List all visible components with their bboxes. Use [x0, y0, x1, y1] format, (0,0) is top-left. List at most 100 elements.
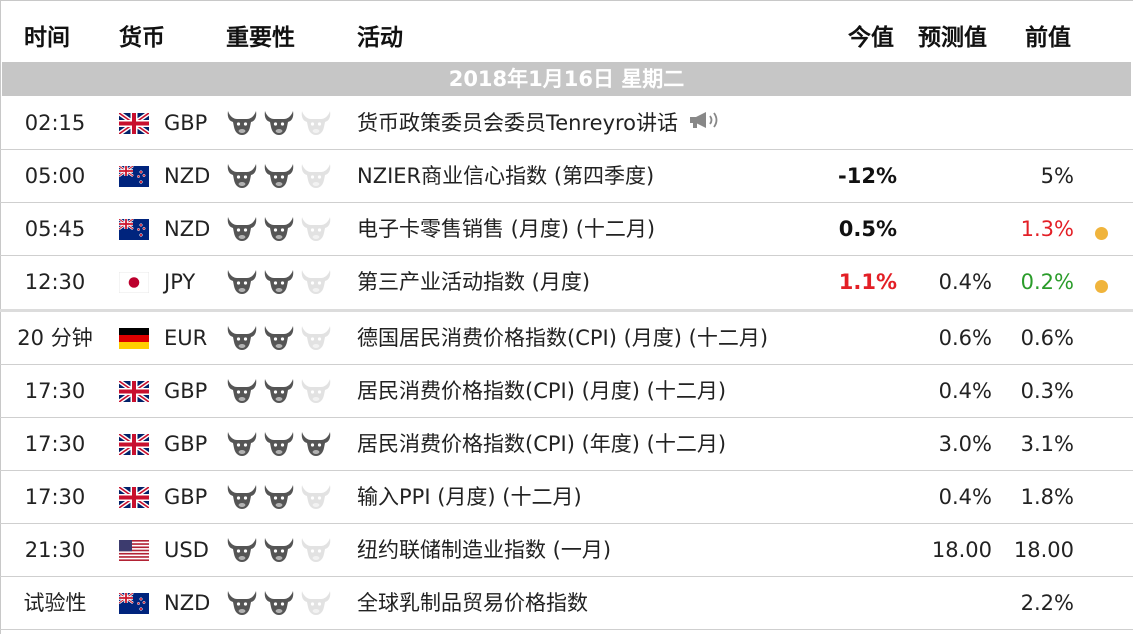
currency-code: NZD: [164, 591, 211, 615]
bull-icon: [300, 588, 332, 618]
importance-rating: [226, 429, 337, 459]
event-name[interactable]: 货币政策委员会委员Tenreyro讲话: [357, 97, 724, 150]
table-header: 时间 货币 重要性 活动 今值 预测值 前值: [0, 0, 1133, 62]
bull-icon: [300, 535, 332, 565]
event-row[interactable]: 21:30 USD 纽约联储制造业指数 (一月) 18.00 18.00: [0, 524, 1133, 577]
currency-code: EUR: [164, 326, 208, 350]
event-name[interactable]: 居民消费价格指数(CPI) (年度) (十二月): [357, 418, 726, 471]
bull-icon: [226, 161, 258, 191]
previous-value: 1.8%: [1020, 485, 1074, 509]
bull-icon: [226, 588, 258, 618]
event-name-text: 纽约联储制造业指数 (一月): [357, 538, 612, 562]
event-row[interactable]: 02:15 GBP 货币政策委员会委员Tenreyro讲话: [0, 97, 1133, 150]
bull-icon: [226, 482, 258, 512]
event-row[interactable]: 05:00 NZD NZIER商业信心指数 (第四季度) -12% 5%: [0, 150, 1133, 203]
uk-flag-icon: [117, 379, 151, 404]
bull-icon: [300, 429, 332, 459]
event-row[interactable]: 20 分钟 EUR 德国居民消费价格指数(CPI) (月度) (十二月) 0.6% 0.…: [0, 312, 1133, 365]
event-name-text: 全球乳制品贸易价格指数: [357, 591, 588, 615]
importance-rating: [226, 588, 337, 618]
event-row[interactable]: 17:30 GBP 输入PPI (月度) (十二月) 0.4% 1.8%: [0, 471, 1133, 524]
event-row[interactable]: 17:30 GBP 居民消费价格指数(CPI) (月度) (十二月) 0.4% 0.3%: [0, 365, 1133, 418]
previous-value: 0.2%: [1020, 270, 1074, 294]
bull-icon: [226, 535, 258, 565]
bull-icon: [300, 323, 332, 353]
importance-rating: [226, 214, 337, 244]
bull-icon: [263, 588, 295, 618]
event-name-text: 居民消费价格指数(CPI) (月度) (十二月): [357, 379, 727, 403]
event-name[interactable]: 输入PPI (月度) (十二月): [357, 471, 582, 524]
forecast-value: [900, 203, 992, 256]
forecast-value: [900, 97, 992, 150]
bull-icon: [300, 376, 332, 406]
forecast-value: 3.0%: [938, 432, 992, 456]
header-actual[interactable]: 今值: [848, 18, 894, 52]
bull-icon: [263, 482, 295, 512]
event-name[interactable]: NZIER商业信心指数 (第四季度): [357, 150, 654, 203]
event-time: 21:30: [24, 538, 86, 562]
bull-icon: [263, 376, 295, 406]
event-name-text: 居民消费价格指数(CPI) (年度) (十二月): [357, 432, 727, 456]
event-row[interactable]: 05:45 NZD 电子卡零售销售 (月度) (十二月) 0.5% 1.3%: [0, 203, 1133, 256]
event-time: 17:30: [24, 485, 86, 509]
event-row[interactable]: 试验性 NZD 全球乳制品贸易价格指数 2.2%: [0, 577, 1133, 630]
revision-dot-icon[interactable]: [1095, 227, 1108, 240]
header-forecast[interactable]: 预测值: [918, 18, 987, 52]
us-flag-icon: [119, 540, 149, 561]
bull-icon: [300, 482, 332, 512]
event-time: 12:30: [24, 270, 86, 294]
header-importance[interactable]: 重要性: [226, 18, 295, 52]
previous-value: 18.00: [1013, 538, 1074, 562]
forecast-value: 0.4%: [938, 270, 992, 294]
actual-value: 0.5%: [838, 217, 897, 241]
bull-icon: [263, 535, 295, 565]
currency-code: NZD: [164, 164, 211, 188]
actual-value: 1.1%: [838, 270, 897, 294]
uk-flag-icon: [117, 432, 151, 457]
event-name[interactable]: 第三产业活动指数 (月度): [357, 256, 590, 309]
importance-rating: [226, 161, 337, 191]
bull-icon: [226, 214, 258, 244]
event-name[interactable]: 居民消费价格指数(CPI) (月度) (十二月): [357, 365, 726, 418]
header-previous[interactable]: 前值: [1025, 18, 1071, 52]
event-time: 02:15: [24, 111, 86, 135]
forecast-value: 0.4%: [938, 379, 992, 403]
event-time: 17:30: [24, 432, 86, 456]
nz-flag-icon: [118, 164, 149, 187]
header-currency[interactable]: 货币: [119, 18, 165, 52]
bull-icon: [226, 376, 258, 406]
importance-rating: [226, 376, 337, 406]
event-name-text: NZIER商业信心指数 (第四季度): [357, 164, 655, 188]
event-name[interactable]: 德国居民消费价格指数(CPI) (月度) (十二月): [357, 312, 768, 365]
actual-value: [780, 577, 897, 630]
forecast-value: 0.6%: [938, 326, 992, 350]
jp-flag-icon: [118, 271, 150, 294]
bull-icon: [226, 429, 258, 459]
currency-code: GBP: [164, 379, 208, 403]
actual-value: [780, 524, 897, 577]
event-name-text: 第三产业活动指数 (月度): [357, 270, 591, 294]
event-name-text: 输入PPI (月度) (十二月): [357, 485, 582, 509]
bull-icon: [300, 214, 332, 244]
bull-icon: [263, 214, 295, 244]
event-name-text: 电子卡零售销售 (月度) (十二月): [357, 217, 656, 241]
event-name[interactable]: 全球乳制品贸易价格指数: [357, 577, 588, 630]
event-row[interactable]: 12:30 JPY 第三产业活动指数 (月度) 1.1% 0.4% 0.2%: [0, 256, 1133, 312]
header-event[interactable]: 活动: [357, 18, 403, 52]
revision-dot-icon[interactable]: [1095, 280, 1108, 293]
currency-code: GBP: [164, 485, 208, 509]
bull-icon: [263, 429, 295, 459]
event-name[interactable]: 电子卡零售销售 (月度) (十二月): [357, 203, 655, 256]
date-bar: 2018年1月16日 星期二: [2, 62, 1131, 96]
de-flag-icon: [119, 328, 149, 349]
nz-flag-icon: [118, 591, 149, 614]
previous-value: 2.2%: [1020, 591, 1074, 615]
event-name[interactable]: 纽约联储制造业指数 (一月): [357, 524, 611, 577]
forecast-value: 0.4%: [938, 485, 992, 509]
event-row[interactable]: 17:30 GBP 居民消费价格指数(CPI) (年度) (十二月) 3.0% 3.1%: [0, 418, 1133, 471]
bull-icon: [263, 161, 295, 191]
uk-flag-icon: [117, 111, 151, 136]
header-time[interactable]: 时间: [24, 18, 70, 52]
bull-icon: [263, 267, 295, 297]
speech-icon: [688, 98, 724, 151]
